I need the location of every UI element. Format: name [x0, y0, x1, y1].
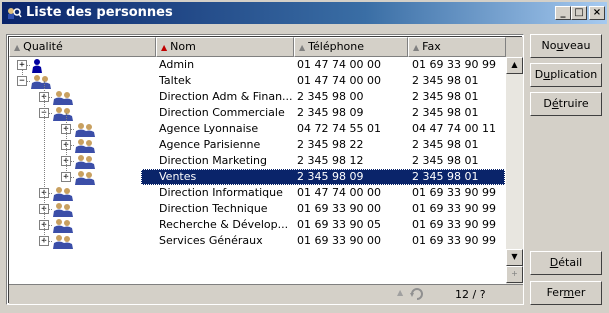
- duplication-button[interactable]: Duplication: [530, 63, 602, 87]
- row-telephone: 01 47 74 00 00: [297, 74, 381, 87]
- close-button[interactable]: ×: [589, 6, 605, 20]
- tree-connector: [44, 81, 45, 241]
- row-fax: 01 69 33 90 99: [412, 186, 496, 199]
- table-row[interactable]: + Direction Adm & Finan... 2 345 98 00 2 34…: [9, 89, 505, 105]
- row-telephone: 2 345 98 09: [297, 106, 364, 119]
- row-fax: 2 345 98 01: [412, 90, 479, 103]
- row-telephone: 01 69 33 90 00: [297, 202, 381, 215]
- tree-connector: [66, 113, 67, 177]
- table-row[interactable]: + Direction Technique 01 69 33 90 00 01 69 …: [9, 201, 505, 217]
- table-row[interactable]: + Admin 01 47 74 00 00 01 69 33 90 99: [9, 57, 505, 73]
- sort-arrow-icon: ▲: [299, 43, 306, 52]
- table-row[interactable]: + Ventes 2 345 98 09 2 345 98 01: [9, 169, 505, 185]
- row-nom: Services Généraux: [159, 234, 263, 247]
- table-row[interactable]: − Taltek 01 47 74 00 00 2 345 98 01: [9, 73, 505, 89]
- row-telephone: 2 345 98 09: [297, 170, 364, 183]
- row-fax: 04 47 74 00 11: [412, 122, 496, 135]
- collapse-icon[interactable]: −: [17, 76, 27, 86]
- row-telephone: 01 47 74 00 00: [297, 58, 381, 71]
- table-row[interactable]: + Services Généraux 01 69 33 90 00 01 69 33…: [9, 233, 505, 249]
- list-rows: + Admin 01 47 74 00 00 01 69 33 90 99 − Talte…: [9, 57, 505, 284]
- minimize-icon: _: [560, 7, 566, 18]
- scroll-up-button[interactable]: ▲: [506, 57, 523, 74]
- row-nom: Agence Lyonnaise: [159, 122, 259, 135]
- maximize-icon: □: [574, 7, 584, 18]
- column-header-telephone[interactable]: ▲ Téléphone: [294, 37, 408, 57]
- title-bar[interactable]: Liste des personnes _ □ ×: [2, 2, 607, 24]
- table-row[interactable]: + Agence Lyonnaise 04 72 74 55 01 04 47 74 …: [9, 121, 505, 137]
- table-row[interactable]: + Direction Marketing 2 345 98 12 2 345 98 …: [9, 153, 505, 169]
- group-icon: [52, 234, 74, 254]
- column-header-nom[interactable]: ▲ Nom: [156, 37, 294, 57]
- row-nom: Direction Adm & Finan...: [159, 90, 293, 103]
- row-telephone: 01 47 74 00 00: [297, 186, 381, 199]
- row-expand-button[interactable]: +: [506, 266, 523, 283]
- row-fax: 01 69 33 90 99: [412, 218, 496, 231]
- expand-icon[interactable]: +: [17, 60, 27, 70]
- row-nom: Direction Commerciale: [159, 106, 285, 119]
- row-fax: 2 345 98 01: [412, 106, 479, 119]
- row-telephone: 04 72 74 55 01: [297, 122, 381, 135]
- row-nom: Recherche & Dévelop...: [159, 218, 289, 231]
- row-nom: Direction Marketing: [159, 154, 268, 167]
- row-nom: Agence Parisienne: [159, 138, 261, 151]
- maximize-button[interactable]: □: [571, 6, 587, 20]
- row-fax: 2 345 98 01: [412, 74, 479, 87]
- table-row[interactable]: + Direction Informatique 01 47 74 00 00 01 …: [9, 185, 505, 201]
- sort-arrow-icon: ▲: [413, 43, 420, 52]
- scroll-up-icon: ▲: [511, 60, 518, 69]
- row-fax: 01 69 33 90 99: [412, 202, 496, 215]
- row-fax: 2 345 98 01: [412, 138, 479, 151]
- nouveau-button[interactable]: Nouveau: [530, 34, 602, 58]
- scroll-down-button[interactable]: ▼: [506, 249, 523, 266]
- row-telephone: 2 345 98 00: [297, 90, 364, 103]
- row-telephone: 2 345 98 12: [297, 154, 364, 167]
- column-header-fax[interactable]: ▲ Fax: [408, 37, 506, 57]
- row-nom: Admin: [159, 58, 195, 71]
- people-search-icon: [8, 8, 22, 19]
- row-fax: 01 69 33 90 99: [412, 234, 496, 247]
- window-title: Liste des personnes: [26, 5, 173, 20]
- row-telephone: 01 69 33 90 00: [297, 234, 381, 247]
- sort-arrow-icon: ▲: [14, 43, 21, 52]
- status-bar: ▲ 12 / ?: [9, 284, 523, 304]
- detail-button[interactable]: Détail: [530, 251, 602, 275]
- row-nom: Ventes: [159, 170, 197, 183]
- table-row[interactable]: + Recherche & Dévelop... 01 69 33 90 05 01 …: [9, 217, 505, 233]
- table-row[interactable]: − Direction Commerciale 2 345 98 09 2 345 9…: [9, 105, 505, 121]
- vertical-scrollbar[interactable]: ▲ ▼ +: [506, 37, 523, 284]
- fermer-button[interactable]: Fermer: [530, 281, 602, 305]
- row-telephone: 01 69 33 90 05: [297, 218, 381, 231]
- detruire-button[interactable]: Détruire: [530, 92, 602, 116]
- tree-connector: [22, 70, 23, 77]
- sort-arrow-active-icon: ▲: [161, 43, 168, 52]
- persons-list: ▲Qualité ▲Nom ▲Téléphone ▲Fax + + Admin 01…: [6, 34, 524, 305]
- column-header-qualite[interactable]: ▲ Qualité: [9, 37, 156, 57]
- row-fax: 2 345 98 01: [412, 154, 479, 167]
- row-fax: 01 69 33 90 99: [412, 58, 496, 71]
- row-nom: Taltek: [159, 74, 192, 87]
- row-nom: Direction Technique: [159, 202, 268, 215]
- scroll-down-icon: ▼: [511, 252, 518, 261]
- status-arrow-icon: ▲: [397, 288, 404, 297]
- row-telephone: 2 345 98 22: [297, 138, 364, 151]
- liste-des-personnes-window: Liste des personnes _ □ × ▲ Qualité ▲ Nom …: [0, 0, 609, 313]
- list-header: ▲Qualité ▲Nom ▲Téléphone ▲Fax +: [9, 37, 523, 57]
- row-nom: Direction Informatique: [159, 186, 283, 199]
- plus-icon: +: [511, 269, 518, 278]
- table-row[interactable]: + Agence Parisienne 2 345 98 22 2 345 98 01: [9, 137, 505, 153]
- record-count: 12 / ?: [455, 288, 486, 301]
- row-fax: 2 345 98 01: [412, 170, 479, 183]
- refresh-icon[interactable]: [409, 287, 425, 301]
- close-icon: ×: [592, 7, 602, 18]
- minimize-button[interactable]: _: [555, 6, 571, 20]
